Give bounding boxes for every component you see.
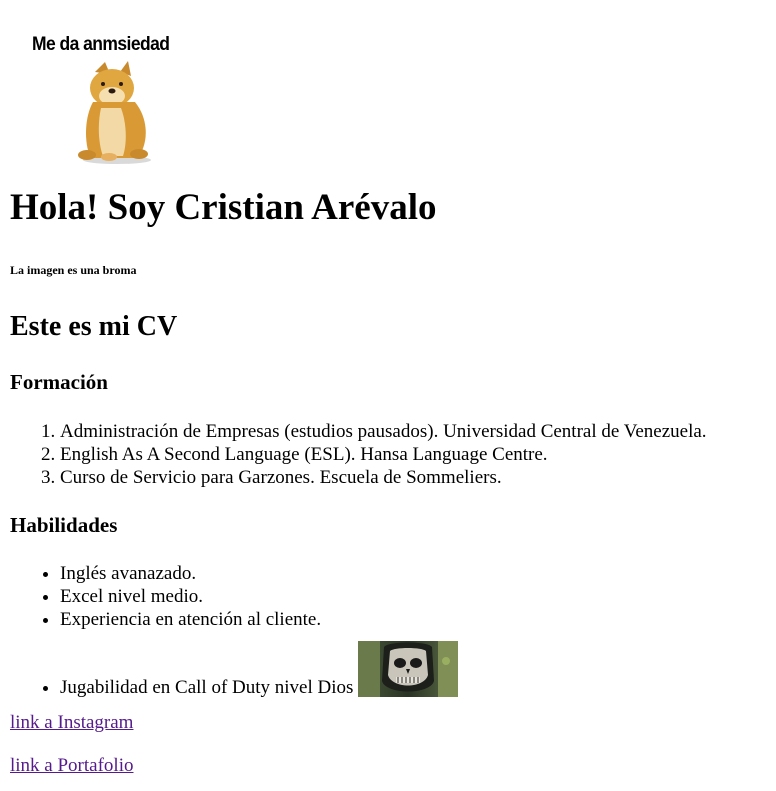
habilidad-item: Jugabilidad en Call of Duty nivel Dios: [60, 641, 459, 699]
formacion-heading: Formación: [10, 370, 108, 394]
habilidad-item: Inglés avanazado.: [60, 562, 458, 585]
cv-heading: Este es mi CV: [10, 311, 178, 342]
habilidad-text: Inglés avanazado.: [60, 563, 197, 584]
formacion-item: Administración de Empresas (estudios pau…: [60, 420, 707, 443]
habilidades-heading: Habilidades: [10, 513, 118, 537]
formacion-list: Administración de Empresas (estudios pau…: [0, 420, 707, 489]
habilidad-item: Excel nivel medio.: [60, 585, 458, 608]
ghost-skull-mask-icon: [358, 641, 459, 697]
joke-note: La imagen es una broma: [10, 263, 137, 277]
habilidad-text: Excel nivel medio.: [60, 586, 203, 607]
page-title: Hola! Soy Cristian Arévalo: [10, 187, 437, 228]
habilidad-text: Jugabilidad en Call of Duty nivel Dios: [60, 677, 354, 698]
meme-image: Me da anmsiedad: [10, 10, 210, 164]
portfolio-link[interactable]: link a Portafolio: [10, 755, 133, 777]
habilidad-item: Experiencia en atención al cliente.: [60, 608, 458, 631]
habilidad-text: Experiencia en atención al cliente.: [60, 609, 322, 630]
formacion-item: English As A Second Language (ESL). Hans…: [60, 443, 707, 466]
habilidades-list: Inglés avanazado. Excel nivel medio. Exp…: [0, 562, 459, 699]
meme-caption: Me da anmsiedad: [32, 34, 170, 55]
instagram-link[interactable]: link a Instagram: [10, 712, 133, 734]
formacion-item: Curso de Servicio para Garzones. Escuela…: [60, 466, 707, 489]
cheems-doge-icon: [78, 61, 151, 164]
